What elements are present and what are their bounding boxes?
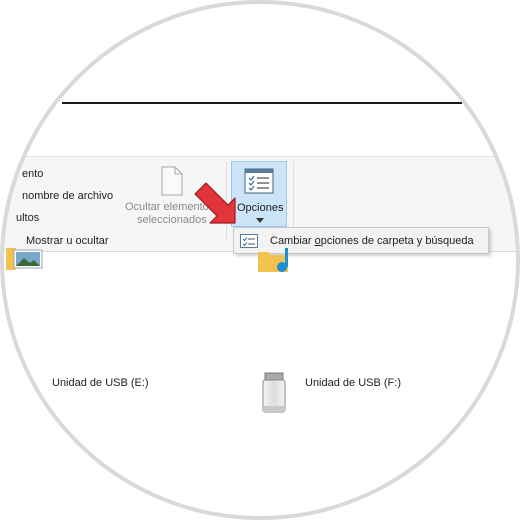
title-separator — [62, 102, 462, 104]
usb-drive-icon[interactable] — [260, 372, 290, 414]
ribbon-item-partial-1[interactable]: ento — [22, 168, 43, 180]
red-arrow-pointer-icon — [194, 182, 236, 224]
hide-document-icon — [161, 166, 183, 196]
chevron-down-icon — [256, 218, 264, 223]
drive-label-e[interactable]: Unidad de USB (E:) — [52, 377, 149, 389]
drive-label-f[interactable]: Unidad de USB (F:) — [305, 377, 401, 389]
change-folder-options-item[interactable]: Cambiar opciones de carpeta y búsqueda — [270, 235, 474, 247]
zoom-circle: ento nombre de archivo ultos Mostrar u o… — [2, 2, 518, 518]
music-folder-icon[interactable] — [258, 246, 292, 274]
menu-item-rest: pciones de carpeta y búsqueda — [320, 235, 474, 247]
ribbon-item-hidden[interactable]: ultos — [16, 212, 39, 224]
group-label-show-hide: Mostrar u ocultar — [26, 235, 109, 247]
pictures-folder-icon[interactable] — [6, 248, 44, 272]
ribbon-item-filename-ext[interactable]: nombre de archivo — [22, 190, 113, 202]
